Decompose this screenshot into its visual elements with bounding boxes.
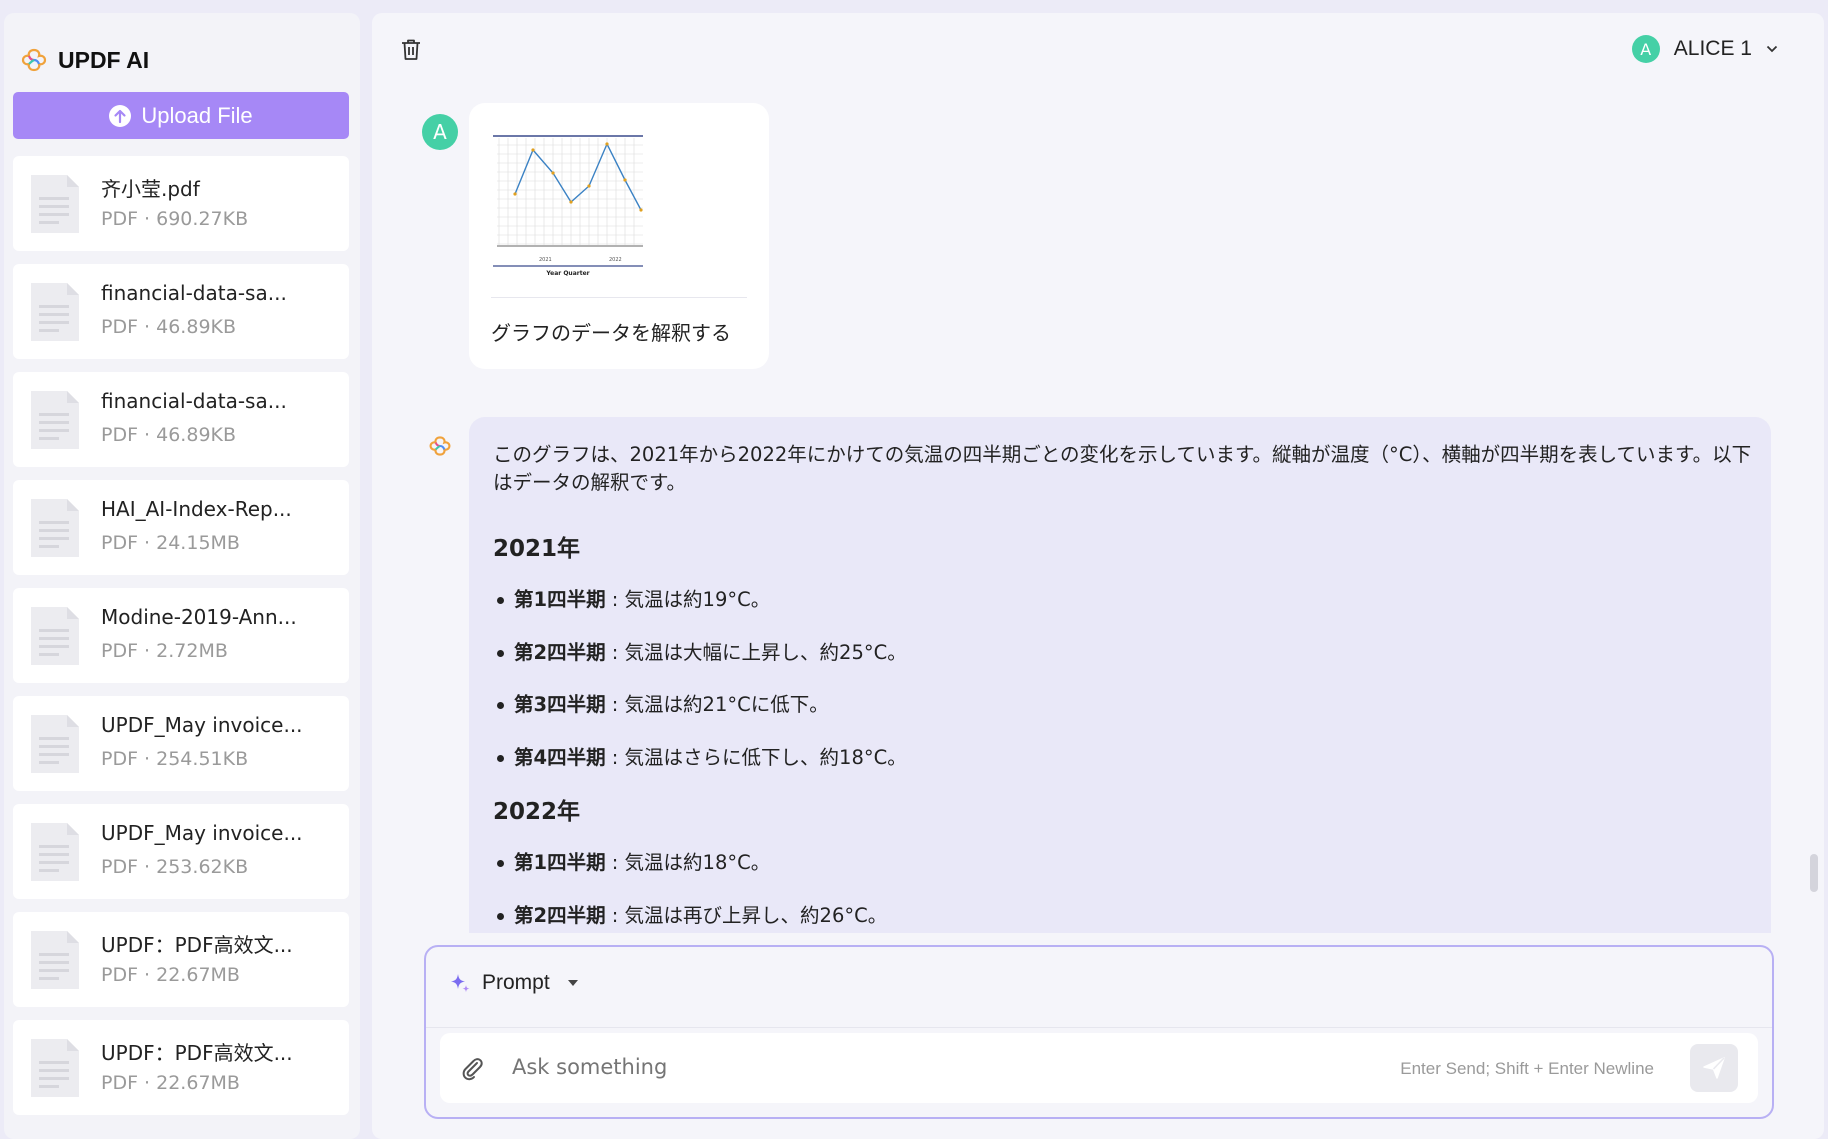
file-name: Modine-2019-Ann... xyxy=(101,605,297,629)
file-card[interactable]: UPDF_May invoice... PDF · 253.62KB xyxy=(13,804,349,899)
prompt-selector[interactable]: Prompt xyxy=(448,971,578,995)
user-message: 2021 2022 Year Quarter グラフのデータを解釈する xyxy=(469,103,769,369)
thumb-xlabel: Year Quarter xyxy=(545,270,589,277)
send-button[interactable] xyxy=(1690,1044,1738,1092)
updf-logo-icon xyxy=(21,48,47,72)
file-name: UPDF：PDF高效文... xyxy=(101,1041,293,1065)
list-item: 第2四半期 : 気温は大幅に上昇し、約25°C。 xyxy=(497,636,907,665)
thumb-tick-2022: 2022 xyxy=(609,257,622,263)
keyboard-hint: Enter Send; Shift + Enter Newline xyxy=(1400,1059,1654,1078)
file-meta: PDF · 24.15MB xyxy=(101,532,240,554)
file-meta: PDF · 253.62KB xyxy=(101,856,249,878)
avatar: A xyxy=(1631,35,1660,63)
file-card[interactable]: financial-data-sa... PDF · 46.89KB xyxy=(13,372,349,467)
file-card[interactable]: 齐小莹.pdf PDF · 690.27KB xyxy=(13,156,349,251)
list-item: 第1四半期 : 気温は約18°C。 xyxy=(497,846,770,875)
message-avatar: A xyxy=(422,114,458,150)
divider xyxy=(491,297,747,298)
upload-file-label: Upload File xyxy=(141,102,253,128)
app-name: UPDF AI xyxy=(58,46,150,73)
paperclip-icon[interactable] xyxy=(458,1055,486,1083)
composer: Prompt Enter Send; Shift + Enter Newline xyxy=(424,945,1774,1119)
upload-arrow-icon xyxy=(109,104,132,127)
divider xyxy=(426,1027,1772,1028)
list-item: 第4四半期 : 気温はさらに低下し、約18°C。 xyxy=(497,741,907,770)
file-meta: PDF · 254.51KB xyxy=(101,748,249,770)
ai-message: このグラフは、2021年から2022年にかけての気温の四半期ごとの変化を示してい… xyxy=(469,417,1771,933)
chart-thumbnail[interactable]: 2021 2022 Year Quarter xyxy=(491,133,645,283)
send-icon xyxy=(1703,1057,1725,1079)
file-card[interactable]: Modine-2019-Ann... PDF · 2.72MB xyxy=(13,588,349,683)
user-menu[interactable]: A ALICE 1 xyxy=(1631,35,1778,63)
list-item: 第2四半期 : 気温は再び上昇し、約26°C。 xyxy=(497,899,887,928)
thumb-tick-2021: 2021 xyxy=(539,257,552,263)
scrollbar[interactable] xyxy=(1810,854,1818,892)
file-name: financial-data-sa... xyxy=(101,281,287,305)
file-meta: PDF · 2.72MB xyxy=(101,640,228,662)
file-meta: PDF · 46.89KB xyxy=(101,424,237,446)
file-meta: PDF · 22.67MB xyxy=(101,1072,240,1094)
file-card[interactable]: UPDF：PDF高效文... PDF · 22.67MB xyxy=(13,912,349,1007)
sidebar: UPDF AI Upload File 齐小莹.pdf PDF · 690.27K… xyxy=(4,13,360,1139)
file-name: HAI_AI-Index-Rep... xyxy=(101,497,292,521)
document-icon xyxy=(31,499,79,557)
document-icon xyxy=(31,175,79,233)
document-icon xyxy=(31,283,79,341)
chat-panel: A ALICE 1 A 2021 2022 Year Quarter グラフのデ… xyxy=(372,13,1824,1139)
brand: UPDF AI xyxy=(20,46,149,74)
prompt-label: Prompt xyxy=(482,971,550,994)
user-name: ALICE 1 xyxy=(1673,37,1752,60)
file-card[interactable]: UPDF_May invoice... PDF · 254.51KB xyxy=(13,696,349,791)
document-icon xyxy=(31,607,79,665)
file-list: 齐小莹.pdf PDF · 690.27KB financial-data-sa..… xyxy=(13,156,349,1128)
list-item: 第3四半期 : 気温は約21°Cに低下。 xyxy=(497,688,829,717)
sparkle-icon xyxy=(451,974,470,993)
file-card[interactable]: UPDF：PDF高效文... PDF · 22.67MB xyxy=(13,1020,349,1115)
file-name: 齐小莹.pdf xyxy=(101,177,200,201)
ask-input[interactable] xyxy=(512,1055,1212,1079)
file-card[interactable]: financial-data-sa... PDF · 46.89KB xyxy=(13,264,349,359)
user-message-text: グラフのデータを解釈する xyxy=(491,321,731,345)
file-card[interactable]: HAI_AI-Index-Rep... PDF · 24.15MB xyxy=(13,480,349,575)
file-name: UPDF_May invoice... xyxy=(101,821,303,845)
list-item: 第1四半期 : 気温は約19°C。 xyxy=(497,583,770,612)
caret-down-icon xyxy=(567,980,578,986)
file-meta: PDF · 690.27KB xyxy=(101,208,249,230)
message-input-box: Enter Send; Shift + Enter Newline xyxy=(440,1033,1758,1103)
file-name: UPDF：PDF高效文... xyxy=(101,933,293,957)
document-icon xyxy=(31,391,79,449)
upload-file-button[interactable]: Upload File xyxy=(13,92,349,139)
file-meta: PDF · 22.67MB xyxy=(101,964,240,986)
section-heading-2021: 2021年 xyxy=(493,536,581,562)
file-meta: PDF · 46.89KB xyxy=(101,316,237,338)
trash-icon[interactable] xyxy=(398,37,424,63)
document-icon xyxy=(31,823,79,881)
ai-avatar-icon xyxy=(429,436,451,456)
file-name: UPDF_May invoice... xyxy=(101,713,303,737)
file-name: financial-data-sa... xyxy=(101,389,287,413)
chevron-down-icon xyxy=(1766,45,1778,53)
document-icon xyxy=(31,715,79,773)
document-icon xyxy=(31,931,79,989)
section-heading-2022: 2022年 xyxy=(493,799,581,825)
ai-message-intro: このグラフは、2021年から2022年にかけての気温の四半期ごとの変化を示してい… xyxy=(493,443,1752,494)
document-icon xyxy=(31,1039,79,1097)
